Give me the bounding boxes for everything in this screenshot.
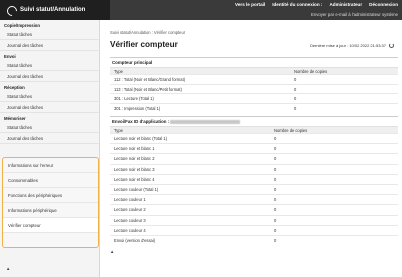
counter-type: Lecture couleur (Total 1): [110, 183, 270, 195]
top-nav: Vers le portail Identité du connexion : …: [235, 2, 398, 7]
refresh-icon[interactable]: [389, 43, 394, 48]
portal-link[interactable]: Vers le portail: [235, 2, 265, 7]
top-bar: Suivi statut/Annulation Vers le portail …: [0, 0, 402, 20]
table-row: Lecture noir et blanc 40: [110, 173, 398, 185]
counter-type: Lecture noir et blanc 4: [110, 173, 270, 185]
counter-type: Lecture couleur 3: [110, 214, 270, 226]
sidebar-item-send-job-log[interactable]: Journal des tâches: [0, 71, 99, 82]
table-row: Lecture noir et blanc 10: [110, 143, 398, 154]
sidebar-item-send-job-status[interactable]: Statut tâches: [0, 60, 99, 71]
table-header-row: Type Nombre de copies: [110, 126, 398, 134]
login-id-value: Administrateur: [329, 2, 363, 7]
sidebar-item-copy-job-status[interactable]: Statut tâches: [0, 29, 99, 40]
sidebar-item-device-features[interactable]: Fonctions des périphériques: [3, 188, 98, 203]
table-row: 113 : Total (Noir et Blanc/Petit format)…: [110, 83, 398, 94]
column-header-count: Nombre de copies: [290, 67, 398, 75]
sidebar-item-store-job-status[interactable]: Statut tâches: [0, 122, 99, 133]
sidebar-device-group: Informations sur l'erreur Consommables F…: [2, 157, 99, 248]
counter-value: 0: [270, 214, 398, 226]
app-brand: Suivi statut/Annulation: [0, 0, 110, 20]
table-row: Lecture noir et blanc 30: [110, 163, 398, 175]
email-admin-link[interactable]: Envoyer par e-mail à l'administrateur sy…: [311, 12, 398, 17]
column-header-type: Type: [110, 67, 290, 75]
main-content: Suivi statut/Annulation : Vérifier compt…: [104, 20, 402, 277]
send-fax-title-text: Envoi/Fax ID d'application :: [112, 119, 170, 124]
table-row: Lecture couleur 10: [110, 194, 398, 205]
last-update-text: Dernière mise à jour : 10/02 2022 21:53:…: [309, 43, 386, 48]
sidebar-item-check-counter[interactable]: Vérifier compteur: [3, 218, 98, 233]
counter-value: 0: [290, 103, 398, 114]
send-fax-section: Envoi/Fax ID d'application : Type Nombre…: [110, 116, 398, 246]
scroll-up-icon[interactable]: ▲: [110, 249, 114, 254]
table-row: Lecture couleur 20: [110, 204, 398, 215]
sidebar-section-receive: Réception: [4, 85, 25, 90]
main-counter-table: Type Nombre de copies 112 : Total (Noir …: [110, 67, 398, 114]
table-row: Lecture noir et blanc (Total 1) 0: [110, 132, 398, 144]
counter-value: 0: [270, 183, 398, 195]
table-row: 301 : Lecture (Total 1) 0: [110, 93, 398, 104]
status-monitor-icon: [7, 6, 15, 14]
counter-type: Lecture couleur 2: [110, 204, 270, 215]
counter-type: Lecture noir et blanc (Total 1): [110, 132, 270, 144]
table-row: Lecture noir et blanc 20: [110, 153, 398, 165]
table-header-row: Type Nombre de copies: [110, 67, 398, 75]
counter-value: 0: [270, 143, 398, 154]
counter-type: 301 : Lecture (Total 1): [110, 93, 290, 104]
table-row: 301 : Impression (Total 1) 0: [110, 103, 398, 114]
table-row: Lecture couleur (Total 1) 0: [110, 183, 398, 195]
sidebar-section-send: Envoi: [4, 54, 16, 59]
sidebar-scroll-up-icon[interactable]: ▲: [6, 266, 10, 271]
counter-type: Envoi (version d'essai): [110, 234, 270, 246]
table-row: Lecture couleur 40: [110, 224, 398, 236]
logout-link[interactable]: Déconnexion: [369, 2, 398, 7]
column-header-type: Type: [110, 126, 270, 134]
counter-type: Lecture couleur 4: [110, 224, 270, 236]
sidebar-item-receive-job-log[interactable]: Journal des tâches: [0, 102, 99, 113]
counter-value: 0: [270, 224, 398, 236]
sidebar-item-receive-job-status[interactable]: Statut tâches: [0, 91, 99, 102]
counter-type: Lecture noir et blanc 3: [110, 163, 270, 175]
send-fax-table: Type Nombre de copies Lecture noir et bl…: [110, 126, 398, 246]
counter-value: 0: [270, 153, 398, 165]
counter-value: 0: [290, 83, 398, 94]
last-update: Dernière mise à jour : 10/02 2022 21:53:…: [310, 43, 394, 48]
counter-type: Lecture noir et blanc 1: [110, 143, 270, 154]
column-header-count: Nombre de copies: [270, 126, 398, 134]
counter-type: 301 : Impression (Total 1): [110, 103, 290, 114]
app-title: Suivi statut/Annulation: [20, 7, 86, 13]
counter-value: 0: [270, 173, 398, 185]
counter-value: 0: [290, 74, 398, 85]
sidebar-item-copy-job-log[interactable]: Journal des tâches: [0, 40, 99, 51]
sidebar-section-store: Mémoriser: [4, 116, 26, 121]
counter-type: Lecture noir et blanc 2: [110, 153, 270, 165]
table-row: 112 : Total (Noir et Blanc/Grand format)…: [110, 74, 398, 85]
page-title: Vérifier compteur: [110, 40, 178, 49]
sidebar-item-store-job-log[interactable]: Journal des tâches: [0, 133, 99, 144]
send-fax-title: Envoi/Fax ID d'application :: [110, 117, 398, 126]
counter-value: 0: [270, 163, 398, 175]
redacted-application-id: [170, 119, 241, 124]
sidebar-item-device-info[interactable]: Informations périphérique: [3, 203, 98, 218]
counter-type: 113 : Total (Noir et Blanc/Petit format): [110, 83, 290, 94]
counter-value: 0: [270, 132, 398, 144]
counter-value: 0: [270, 204, 398, 215]
counter-value: 0: [270, 194, 398, 205]
counter-value: 0: [270, 234, 398, 246]
login-id-label: Identité du connexion :: [272, 2, 323, 7]
main-counter-section: Compteur principal Type Nombre de copies…: [110, 57, 398, 114]
sidebar-item-consumables[interactable]: Consommables: [3, 173, 98, 188]
main-counter-title: Compteur principal: [112, 60, 153, 65]
table-row: Envoi (version d'essai) 0: [110, 234, 398, 246]
counter-type: Lecture couleur 1: [110, 194, 270, 205]
sidebar-item-error-info[interactable]: Informations sur l'erreur: [3, 158, 98, 173]
sidebar-section-copy-print: Copie/Impression: [4, 23, 41, 28]
breadcrumb[interactable]: Suivi statut/Annulation : Vérifier compt…: [110, 30, 185, 35]
counter-type: 112 : Total (Noir et Blanc/Grand format): [110, 74, 290, 85]
table-row: Lecture couleur 30: [110, 214, 398, 226]
counter-value: 0: [290, 93, 398, 104]
